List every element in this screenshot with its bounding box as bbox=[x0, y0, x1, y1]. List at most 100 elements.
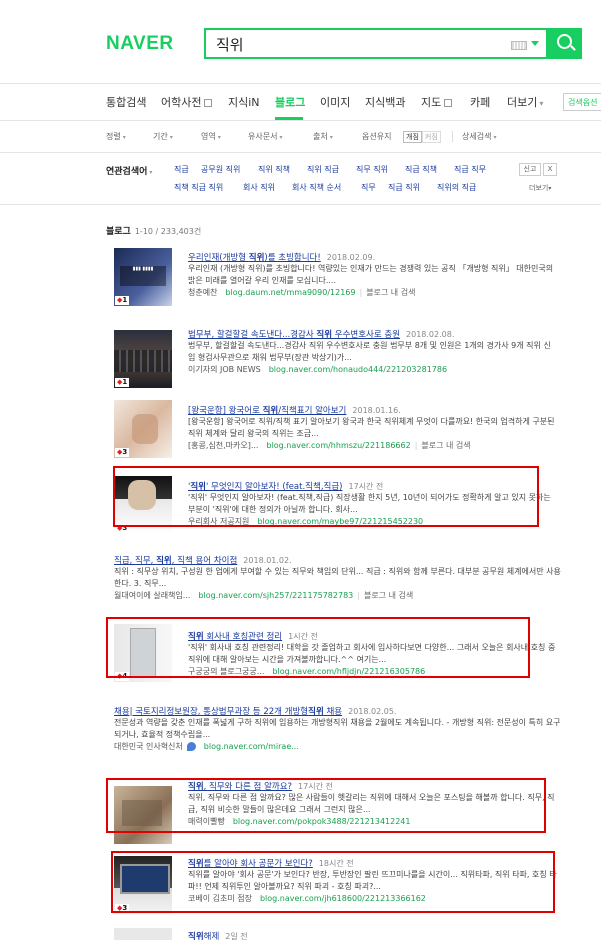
tab-blog[interactable]: 블로그 bbox=[275, 94, 305, 110]
result-source: 청춘예찬 blog.daum.net/mma9090/12169 | 블로그 내 검색 bbox=[188, 288, 416, 297]
related-item[interactable]: 직무 직위 bbox=[356, 164, 388, 175]
result-author[interactable]: 대한민국 인사혁신처 bbox=[114, 742, 183, 751]
highlight-box bbox=[111, 851, 555, 913]
highlight-box bbox=[106, 778, 546, 833]
filter-similar[interactable]: 유사문서 ▾ bbox=[248, 131, 282, 142]
result-author[interactable]: [홍콩,심천,마카오]... bbox=[188, 441, 258, 450]
result-source: 대한민국 인사혁신처 blog.naver.com/mirae... bbox=[114, 741, 564, 752]
result-author[interactable]: 청춘예찬 bbox=[188, 288, 217, 297]
related-more-button[interactable]: 더보기▾ bbox=[529, 183, 551, 193]
result-source: 월대여이에 살래책임... blog.naver.com/sjh257/22117… bbox=[114, 591, 414, 600]
external-icon bbox=[204, 99, 213, 107]
keyboard-icon[interactable] bbox=[511, 41, 527, 50]
report-button[interactable]: 신고 bbox=[519, 163, 541, 176]
result-url[interactable]: blog.naver.com/sjh257/221175782783 bbox=[198, 591, 353, 600]
option-keep-off[interactable]: 커짐 bbox=[421, 131, 441, 143]
chevron-down-icon: ▾ bbox=[548, 185, 552, 192]
chevron-down-icon: ▾ bbox=[122, 134, 126, 141]
result-item: 채용| 국토지리정보원장, 통상법무과장 등 22개 개방형직위 채용 2018.… bbox=[114, 705, 564, 752]
result-thumbnail[interactable] bbox=[114, 928, 172, 940]
image-count-badge: ◆3 bbox=[115, 448, 130, 457]
search-options-button[interactable]: 검색옵션 bbox=[563, 93, 601, 111]
result-title[interactable]: [왕국운항] 왕국어로 직위/직책표기 알아보기 2018.01.16. bbox=[188, 404, 558, 416]
result-date: 2018.02.05. bbox=[348, 707, 397, 716]
result-url[interactable]: blog.naver.com/mirae... bbox=[204, 742, 299, 751]
tab-total[interactable]: 통합검색 bbox=[106, 94, 146, 110]
related-item[interactable]: 직급 직위 bbox=[388, 182, 420, 193]
result-thumbnail[interactable]: ◆3 bbox=[114, 400, 172, 458]
related-item[interactable]: 직책 직급 직위 bbox=[174, 182, 223, 193]
result-title[interactable]: 채용| 국토지리정보원장, 통상법무과장 등 22개 개방형직위 채용 2018.… bbox=[114, 705, 564, 717]
result-snippet: [왕국운항] 왕국어로 직위/직책 표기 알아보기 왕국과 한국 직위체계 무엇… bbox=[188, 417, 555, 438]
tab-map[interactable]: 지도 bbox=[421, 94, 453, 110]
blog-inner-search-link[interactable]: 블로그 내 검색 bbox=[364, 591, 413, 600]
filter-detail[interactable]: 상세검색 ▾ bbox=[462, 131, 496, 142]
filter-source[interactable]: 출처 ▾ bbox=[313, 131, 333, 142]
result-author[interactable]: 월대여이에 살래책임... bbox=[114, 591, 190, 600]
result-date: 2018.01.16. bbox=[352, 406, 401, 415]
result-title[interactable]: 법무부, 할걸할걸 속도낸다...경감사 직위 우수변호사로 충원 2018.02… bbox=[188, 328, 558, 340]
option-keep-on[interactable]: 개짐 bbox=[403, 131, 422, 143]
result-thumbnail[interactable]: ▮▮▮ ▮▮▮▮ ◆1 bbox=[114, 248, 172, 306]
related-item[interactable]: 공무원 직위 bbox=[201, 164, 240, 175]
result-thumbnail[interactable]: ◆1 bbox=[114, 330, 172, 388]
result-date: 2일 전 bbox=[225, 932, 248, 941]
filter-option-keep: 옵션유지 bbox=[362, 132, 392, 141]
result-item: 법무부, 할걸할걸 속도낸다...경감사 직위 우수변호사로 충원 2018.02… bbox=[188, 328, 558, 375]
result-title[interactable]: 직급, 직무, 직위, 직책 용어 차이점 2018.01.02. bbox=[114, 554, 564, 566]
chevron-down-icon: ▾ bbox=[539, 99, 544, 108]
blog-inner-search-link[interactable]: 블로그 내 검색 bbox=[421, 441, 470, 450]
filter-period[interactable]: 기간 ▾ bbox=[153, 131, 173, 142]
verified-badge-icon bbox=[186, 742, 196, 751]
related-item[interactable]: 직급 직무 bbox=[454, 164, 486, 175]
tab-image[interactable]: 이미지 bbox=[320, 94, 350, 110]
chevron-down-icon: ▾ bbox=[169, 134, 173, 141]
result-snippet: 우리인재 (개방형 직위)를 초빙합니다! 역량있는 인재가 만드는 경쟁력 있… bbox=[188, 264, 554, 285]
search-input[interactable] bbox=[216, 34, 506, 54]
related-item[interactable]: 직위의 직급 bbox=[437, 182, 476, 193]
autocomplete-toggle-icon[interactable] bbox=[531, 41, 539, 46]
filter-area[interactable]: 영역 ▾ bbox=[201, 131, 221, 142]
result-snippet: 법무부, 할걸할걸 속도낸다...경감사 직위 우수변호사로 충원 법무부 8개… bbox=[188, 341, 551, 362]
result-author[interactable]: 이기자의 JOB NEWS bbox=[188, 365, 261, 374]
result-snippet: 전문성과 역량을 갖춘 인재를 폭넓게 구하 직위에 임용하는 개방형직위 채용… bbox=[114, 718, 561, 739]
related-item[interactable]: 회사 직위 bbox=[243, 182, 275, 193]
chevron-down-icon: ▾ bbox=[149, 169, 153, 176]
related-item[interactable]: 직급 직책 bbox=[405, 164, 437, 175]
section-title: 블로그 1-10 / 233,403건 bbox=[106, 227, 202, 237]
highlight-box bbox=[113, 466, 539, 527]
filter-sort[interactable]: 정렬 ▾ bbox=[106, 131, 126, 142]
chevron-down-icon: ▾ bbox=[217, 134, 221, 141]
related-item[interactable]: 회사 직책 순서 bbox=[292, 182, 341, 193]
result-source: 이기자의 JOB NEWS blog.naver.com/honaudo444/2… bbox=[188, 364, 558, 375]
result-url[interactable]: blog.naver.com/honaudo444/221203281786 bbox=[269, 365, 447, 374]
highlight-box bbox=[106, 617, 530, 678]
result-title[interactable]: 우리인재(개방형 직위)를 초빙합니다! 2018.02.09. bbox=[188, 251, 558, 263]
result-snippet: 직위 : 직무상 위치, 구성원 한 업에게 부여할 수 있는 직무와 책임의 … bbox=[114, 567, 561, 588]
option-keep-toggle: 개짐 커짐 bbox=[403, 131, 441, 143]
related-item[interactable]: 직급 bbox=[174, 164, 189, 175]
result-item: 직위해제 2일 전 bbox=[188, 930, 558, 942]
chevron-down-icon: ▾ bbox=[279, 134, 283, 141]
tab-dictionary[interactable]: 어학사전 bbox=[161, 94, 213, 110]
search-button[interactable] bbox=[548, 28, 582, 59]
result-url[interactable]: blog.daum.net/mma9090/12169 bbox=[225, 288, 355, 297]
tab-kin[interactable]: 지식iN bbox=[228, 94, 260, 110]
blog-inner-search-link[interactable]: 블로그 내 검색 bbox=[366, 288, 415, 297]
result-url[interactable]: blog.naver.com/hhmszu/221186662 bbox=[266, 441, 410, 450]
close-icon[interactable]: X bbox=[543, 163, 557, 176]
result-date: 2018.02.09. bbox=[326, 253, 376, 262]
related-item[interactable]: 직무 bbox=[361, 182, 376, 193]
related-item[interactable]: 직위 직책 bbox=[258, 164, 290, 175]
naver-logo[interactable]: NAVER bbox=[106, 33, 174, 55]
divider bbox=[0, 204, 601, 205]
result-date: 2018.02.08. bbox=[406, 330, 455, 339]
related-item[interactable]: 직위 직급 bbox=[307, 164, 339, 175]
tab-more[interactable]: 더보기 ▾ bbox=[507, 94, 543, 110]
tab-cafe[interactable]: 카페 bbox=[470, 94, 490, 110]
external-icon bbox=[444, 99, 453, 107]
tab-encyclopedia[interactable]: 지식백과 bbox=[365, 94, 405, 110]
chevron-down-icon: ▾ bbox=[329, 134, 333, 141]
result-source: [홍콩,심천,마카오]... blog.naver.com/hhmszu/2211… bbox=[188, 441, 471, 450]
result-title[interactable]: 직위해제 2일 전 bbox=[188, 930, 558, 942]
